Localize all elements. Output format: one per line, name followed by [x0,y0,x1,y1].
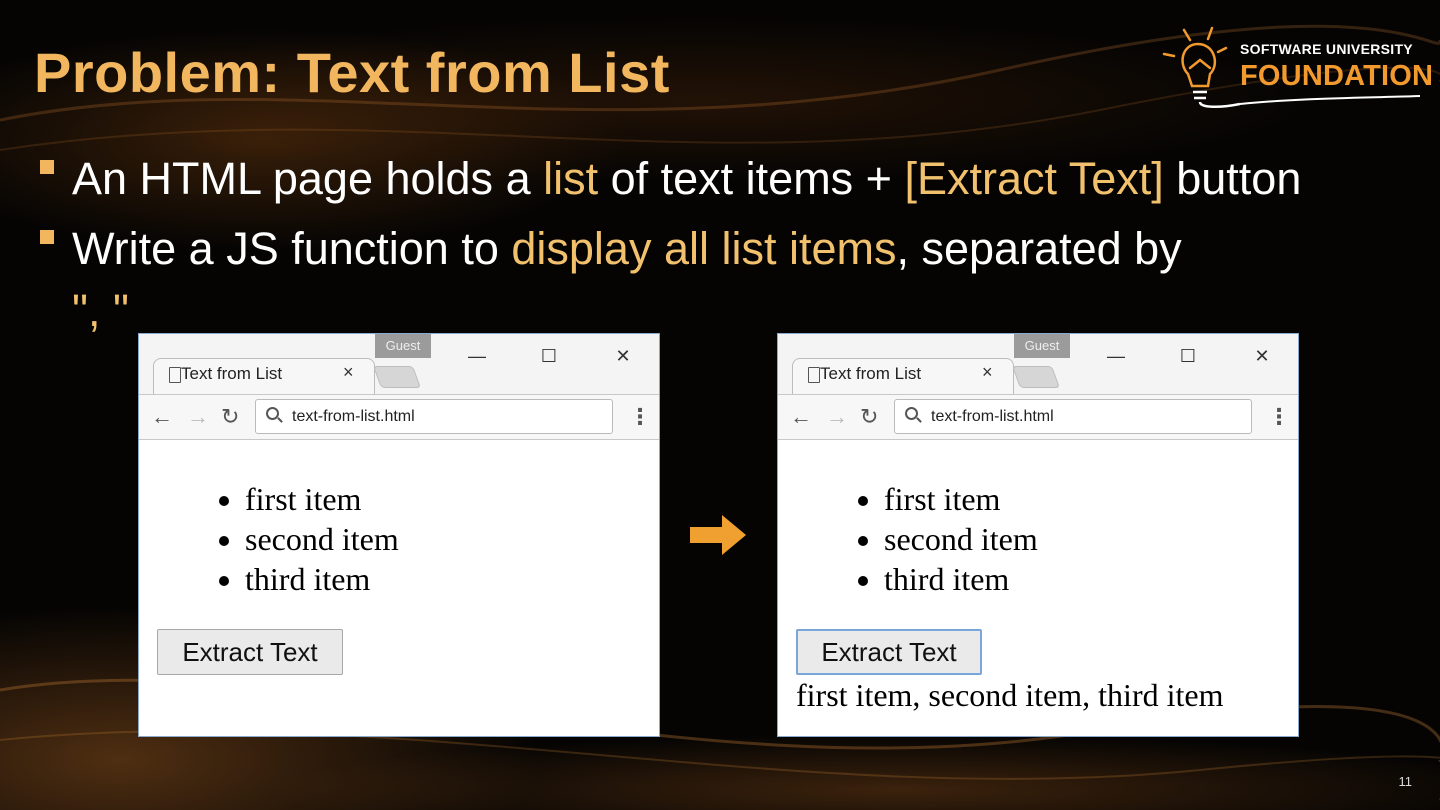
tab-close-icon[interactable]: × [982,362,993,383]
tab-close-icon[interactable]: × [343,362,354,383]
minimize-icon[interactable]: — [463,344,491,368]
page-icon [808,367,820,383]
reload-icon[interactable]: ↻ [221,404,239,430]
slide-number: 11 [1398,774,1413,789]
forward-icon[interactable]: → [187,404,209,430]
lightbulb-icon [1162,26,1240,108]
list-item: second item [245,519,399,559]
guest-badge: Guest [375,334,431,358]
new-tab-button[interactable] [1011,366,1061,388]
softuni-logo: SOFTWARE UNIVERSITY FOUNDATION [1160,24,1433,110]
forward-icon[interactable]: → [826,404,848,430]
list-item: third item [884,559,1038,599]
tab-title: Text from List [820,364,922,383]
slide-title: Problem: Text from List [34,41,670,104]
bullet-marker [40,230,54,244]
list-item: third item [245,559,399,599]
right-arrow-icon [690,515,746,555]
page-icon [169,367,181,383]
browser-window-after: Guest — ☐ ✕ Text from List × ← → ↻ text-… [777,333,1299,737]
items-list: first item second item third item [245,479,399,599]
items-list: first item second item third item [884,479,1038,599]
list-item: second item [884,519,1038,559]
maximize-icon[interactable]: ☐ [535,344,563,368]
new-tab-button[interactable] [372,366,422,388]
bullet-marker [40,160,54,174]
extract-text-button[interactable]: Extract Text [796,629,982,675]
page-content: first item second item third item Extrac… [778,441,1298,736]
guest-badge: Guest [1014,334,1070,358]
reload-icon[interactable]: ↻ [860,404,878,430]
list-item: first item [245,479,399,519]
extract-text-button[interactable]: Extract Text [157,629,343,675]
browser-window-before: Guest — ☐ ✕ Text from List × ← → ↻ text-… [138,333,660,737]
address-bar[interactable]: text-from-list.html [894,399,1252,434]
list-item: first item [884,479,1038,519]
tab-title: Text from List [181,364,283,383]
maximize-icon[interactable]: ☐ [1174,344,1202,368]
bullet-item: Write a JS function to display all list … [38,218,1378,342]
page-content: first item second item third item Extrac… [139,441,659,736]
bullet-list: An HTML page holds a list of text items … [38,148,1378,350]
bullet-item: An HTML page holds a list of text items … [38,148,1378,210]
minimize-icon[interactable]: — [1102,344,1130,368]
menu-icon[interactable]: ⋮ [629,404,651,430]
logo-line2: FOUNDATION [1240,60,1434,92]
search-icon [266,407,279,420]
highlight-list: list [543,153,599,204]
logo-underline [1240,95,1420,105]
back-icon[interactable]: ← [790,404,812,430]
url-text: text-from-list.html [931,408,1054,425]
menu-icon[interactable]: ⋮ [1268,404,1290,430]
search-icon [905,407,918,420]
url-text: text-from-list.html [292,408,415,425]
back-icon[interactable]: ← [151,404,173,430]
logo-line1: SOFTWARE UNIVERSITY [1240,41,1413,57]
address-bar[interactable]: text-from-list.html [255,399,613,434]
highlight-display-items: display all list items [511,223,897,274]
close-window-icon[interactable]: ✕ [609,344,637,368]
highlight-extract-text: [Extract Text] [904,153,1164,204]
close-window-icon[interactable]: ✕ [1248,344,1276,368]
result-text: first item, second item, third item [796,677,1224,713]
